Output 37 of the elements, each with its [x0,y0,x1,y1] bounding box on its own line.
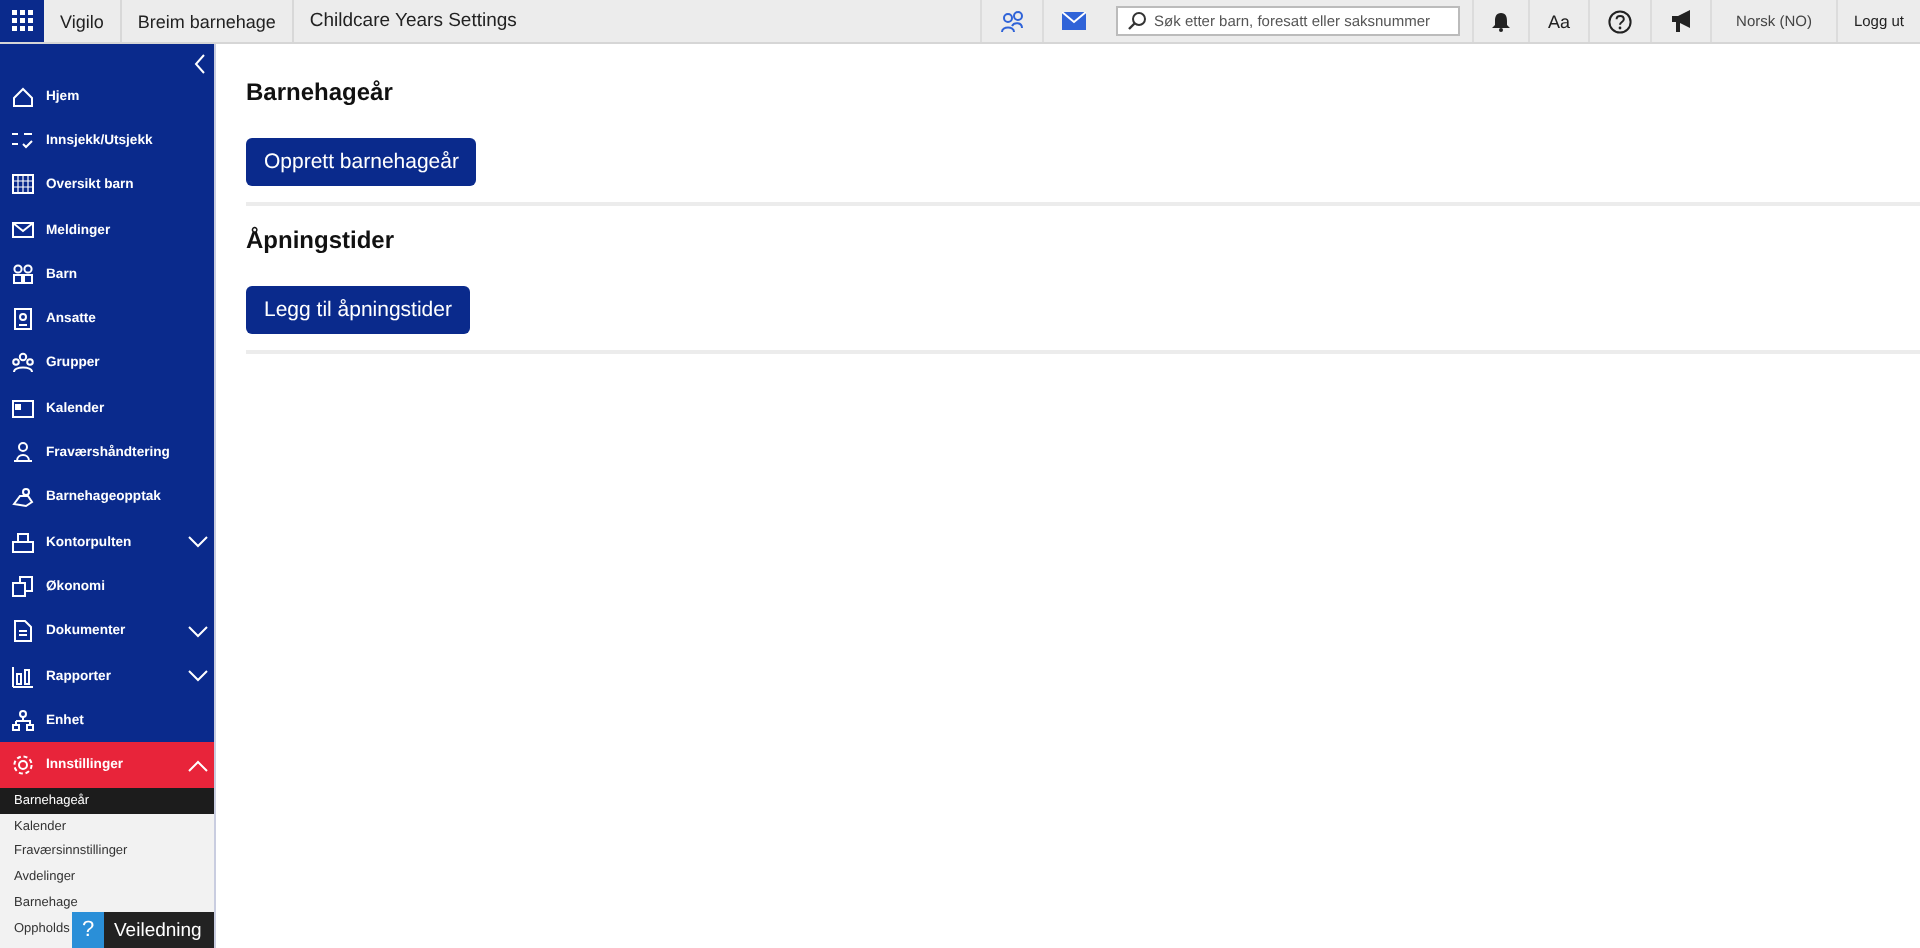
coins-icon [12,575,34,598]
gear-icon [12,754,34,777]
section-heading: Barnehageår [246,78,395,106]
sitemap-icon [12,709,34,732]
primary-button[interactable]: Opprett barnehageår [246,138,477,186]
breadcrumb-link[interactable]: Breim barnehage [121,0,294,42]
grid-icon [12,174,34,197]
people-icon[interactable] [1000,10,1025,32]
page-title: Childcare Years Settings [307,8,519,36]
calendar-icon [12,397,34,420]
group-icon [12,352,34,375]
home-icon [12,85,34,108]
bar-chart-icon [12,665,34,687]
children-icon [12,263,34,286]
section-heading: Åpningstider [246,226,396,254]
search-icon [1128,12,1147,30]
mail-icon[interactable] [1062,12,1087,30]
apps-icon[interactable] [11,10,33,32]
envelope-icon [12,219,34,242]
collapse-icon[interactable] [194,54,206,74]
hand-icon [12,486,34,509]
document-icon [12,620,34,643]
font-size-button[interactable]: Aa [1528,0,1589,42]
megaphone-icon[interactable] [1670,10,1693,32]
badge-icon [12,308,34,331]
chevron-down-icon [188,536,208,549]
help-icon[interactable] [1608,9,1633,33]
chevron-down-icon [188,625,208,638]
primary-button[interactable]: Legg til åpningstider [246,286,470,334]
person-icon [12,442,34,465]
desk-icon [12,531,34,554]
breadcrumb-link[interactable]: Vigilo [44,0,122,42]
checklist-icon [12,129,34,152]
chevron-up-icon [188,759,208,772]
chevron-down-icon [188,670,208,682]
guide-button[interactable]: ? Veiledning [72,912,214,948]
bell-icon[interactable] [1492,11,1511,31]
